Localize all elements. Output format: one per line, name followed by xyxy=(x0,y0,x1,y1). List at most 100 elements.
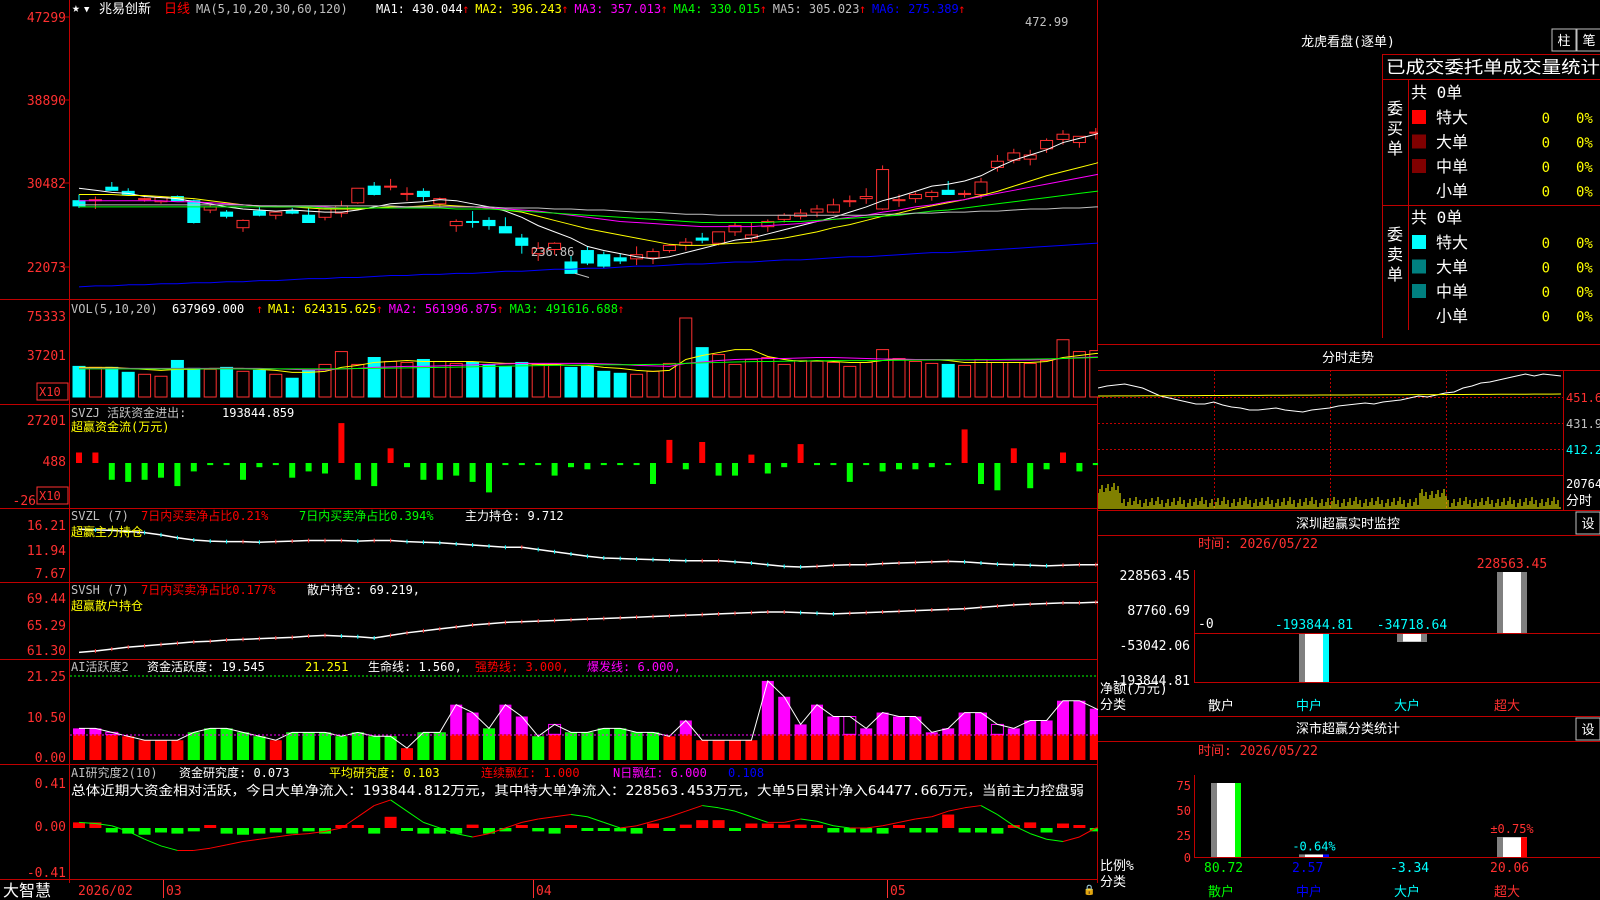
outflow-bar xyxy=(732,463,738,476)
svzj-subtitle: 超赢资金流(万元) xyxy=(71,419,169,434)
avg-research-segment xyxy=(226,840,244,846)
low-marker-line xyxy=(574,272,590,279)
fenshi-title: 分时走势 xyxy=(1322,350,1374,366)
svzl-item2: 7日内买卖净占比0.394% xyxy=(299,508,434,523)
monitor-ytick-1: 87760.69 xyxy=(1127,604,1190,619)
volume-bar xyxy=(597,370,611,398)
research-neg-bar xyxy=(729,828,741,831)
volume-bar xyxy=(1007,361,1021,398)
volume-bar xyxy=(88,366,102,398)
ratio-bar-shade xyxy=(1521,837,1527,857)
svzj-title: SVZJ 活跃资金进出: xyxy=(71,405,186,420)
activity-base-bar xyxy=(450,734,463,760)
ai1-item2: 21.251 xyxy=(305,660,348,674)
research-neg-bar xyxy=(991,828,1004,834)
research-neg-bar xyxy=(860,828,873,833)
kline-panel[interactable]: ★ ▼ 兆易创新 日线 MA(5,10,20,30,60,120) MA1: 4… xyxy=(0,0,1098,900)
research-pos-bar xyxy=(515,825,528,828)
x-axis-label-1: 04 xyxy=(536,884,552,899)
activity-base-bar xyxy=(1040,734,1053,760)
lock-icon[interactable]: 🔒 xyxy=(1083,884,1095,896)
ai2-item5: 0.108 xyxy=(728,766,764,780)
order-size-label: 小单 xyxy=(1436,307,1468,326)
volume-bar xyxy=(777,363,791,398)
avg-research-segment xyxy=(620,825,637,829)
research-neg-bar xyxy=(286,828,299,834)
activity-green-bar xyxy=(187,732,200,760)
ma-line-MA2 xyxy=(79,162,1098,246)
research-neg-bar xyxy=(171,828,184,834)
order-size-label: 特大 xyxy=(1436,108,1468,127)
research-pos-bar xyxy=(761,823,774,828)
vol-legend: ↑ MA1: 624315.625 ↑ MA2: 561996.875 ↑ MA3: 49… xyxy=(256,302,625,316)
volume-bar xyxy=(1056,339,1070,398)
fenshi-ytick-1: 431.9 xyxy=(1566,417,1600,431)
activity-green-bar xyxy=(597,728,610,760)
outflow-bar xyxy=(715,463,722,476)
y-tick-ai2-0: 0.41 xyxy=(35,777,66,792)
up-arrow-icon: ↑ xyxy=(376,302,383,316)
ai1-item4: 强势线: 3.000, xyxy=(475,660,569,674)
candle xyxy=(220,211,234,217)
activity-green-bar xyxy=(532,736,545,760)
dropdown-arrow-icon[interactable]: ▼ xyxy=(84,5,90,15)
lhb-frame xyxy=(1098,54,1600,345)
up-arrow-icon: ↑ xyxy=(256,302,263,316)
candle xyxy=(187,200,201,223)
volume-bar xyxy=(810,360,824,398)
y-tick-vol-1: 37201 xyxy=(27,349,66,364)
net-bar-shade xyxy=(1397,633,1403,642)
outflow-bar xyxy=(125,463,132,482)
research-pos-bar xyxy=(565,825,577,828)
svsh-title: SVSH (7) xyxy=(71,583,129,597)
activity-base-bar xyxy=(679,734,692,760)
candle xyxy=(302,214,316,224)
up-arrow-icon: ↑ xyxy=(561,2,568,16)
inflow-bar xyxy=(748,454,755,463)
activity-base-bar xyxy=(155,740,167,760)
outflow-bar xyxy=(108,463,115,480)
classify-y-axis-label: 比例% xyxy=(1100,859,1134,874)
ma-legend-1: MA1: 430.044 xyxy=(376,2,463,16)
vol-legend-3: MA3: 491616.688 xyxy=(510,302,618,316)
avg-research-segment xyxy=(259,836,276,840)
candle xyxy=(318,208,332,218)
ma-line-MA1 xyxy=(78,133,1098,260)
classify-x-axis-label: 分类 xyxy=(1100,875,1126,890)
y-tick-ai2-1: 0.00 xyxy=(35,820,66,835)
monitor-x-axis-label: 分类 xyxy=(1100,698,1126,713)
candle xyxy=(252,210,266,216)
ai2-item2: 平均研究度: 0.103 xyxy=(329,765,440,780)
research-neg-bar xyxy=(253,828,266,834)
outflow-bar xyxy=(1027,463,1034,489)
avg-research-segment xyxy=(669,810,686,818)
star-icon[interactable]: ★ xyxy=(72,1,80,16)
fenshi-unit: 分时 xyxy=(1566,494,1592,509)
avg-research-segment xyxy=(292,833,309,836)
outflow-bar xyxy=(1076,463,1083,472)
research-neg-bar xyxy=(876,828,889,834)
avg-research-segment xyxy=(538,816,555,820)
y-tick-main-3: 22073 xyxy=(27,261,66,276)
avg-research-segment xyxy=(472,833,490,838)
vol-title: VOL(5,10,20) xyxy=(71,302,158,316)
activity-top-bar xyxy=(1073,700,1086,735)
moving-average-lines xyxy=(78,133,1098,288)
research-pos-bar xyxy=(73,822,85,828)
outflow-bar xyxy=(879,463,886,472)
y-tick-ai1-2: 0.00 xyxy=(35,751,66,766)
activity-base-bar xyxy=(925,734,938,760)
outflow-bar xyxy=(272,463,279,466)
candle xyxy=(810,208,824,213)
volume-bar xyxy=(679,317,693,398)
activity-top-bar xyxy=(778,696,791,735)
research-neg-bar xyxy=(532,828,545,832)
avg-research-segment xyxy=(784,818,801,823)
retail-line xyxy=(78,601,1098,654)
classify-time: 时间: 2026/05/22 xyxy=(1198,744,1318,759)
inflow-bar xyxy=(961,429,968,463)
period-label[interactable]: 日线 xyxy=(164,2,190,17)
activity-base-bar xyxy=(958,734,971,760)
classify-axes xyxy=(1194,775,1600,858)
candle xyxy=(974,181,988,195)
